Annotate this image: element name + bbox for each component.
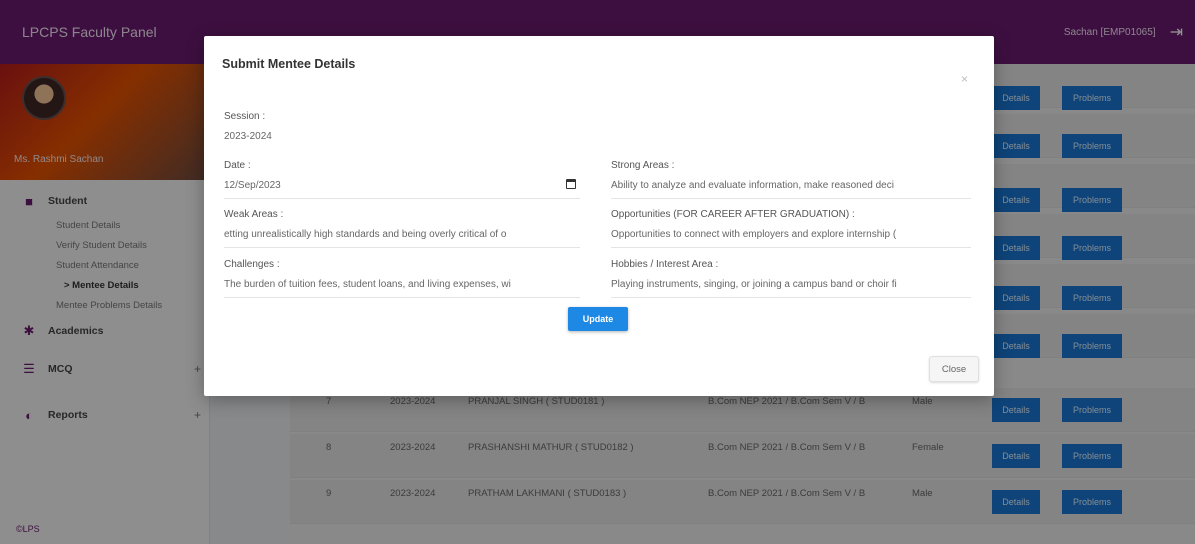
strong-areas-field: Strong Areas : Ability to analyze and ev… [611, 160, 971, 199]
challenges-field: Challenges : The burden of tuition fees,… [224, 259, 580, 298]
strong-areas-input[interactable]: Ability to analyze and evaluate informat… [611, 177, 971, 199]
close-button[interactable]: Close [929, 356, 979, 382]
modal-title: Submit Mentee Details [222, 57, 356, 71]
calendar-icon[interactable] [566, 179, 576, 189]
session-field: Session : 2023-2024 [224, 111, 584, 150]
submit-mentee-modal: Submit Mentee Details × Session : 2023-2… [204, 36, 994, 396]
challenges-label: Challenges : [224, 259, 280, 270]
date-input-value: 12/Sep/2023 [224, 180, 281, 191]
strong-areas-label: Strong Areas : [611, 160, 675, 171]
close-icon[interactable]: × [961, 72, 968, 86]
session-value: 2023-2024 [224, 131, 272, 142]
weak-areas-label: Weak Areas : [224, 209, 284, 220]
opportunities-field: Opportunities (FOR CAREER AFTER GRADUATI… [611, 209, 971, 248]
opportunities-input[interactable]: Opportunities to connect with employers … [611, 226, 971, 248]
update-button[interactable]: Update [568, 307, 628, 331]
date-input[interactable]: 12/Sep/2023 [224, 177, 580, 199]
weak-areas-field: Weak Areas : etting unrealistically high… [224, 209, 580, 248]
date-field: Date : 12/Sep/2023 [224, 160, 580, 199]
opportunities-label: Opportunities (FOR CAREER AFTER GRADUATI… [611, 209, 855, 220]
date-label: Date : [224, 160, 251, 171]
session-label: Session : [224, 111, 266, 122]
weak-areas-input[interactable]: etting unrealistically high standards an… [224, 226, 580, 248]
challenges-input[interactable]: The burden of tuition fees, student loan… [224, 276, 580, 298]
hobbies-label: Hobbies / Interest Area : [611, 259, 719, 270]
hobbies-field: Hobbies / Interest Area : Playing instru… [611, 259, 971, 298]
hobbies-input[interactable]: Playing instruments, singing, or joining… [611, 276, 971, 298]
